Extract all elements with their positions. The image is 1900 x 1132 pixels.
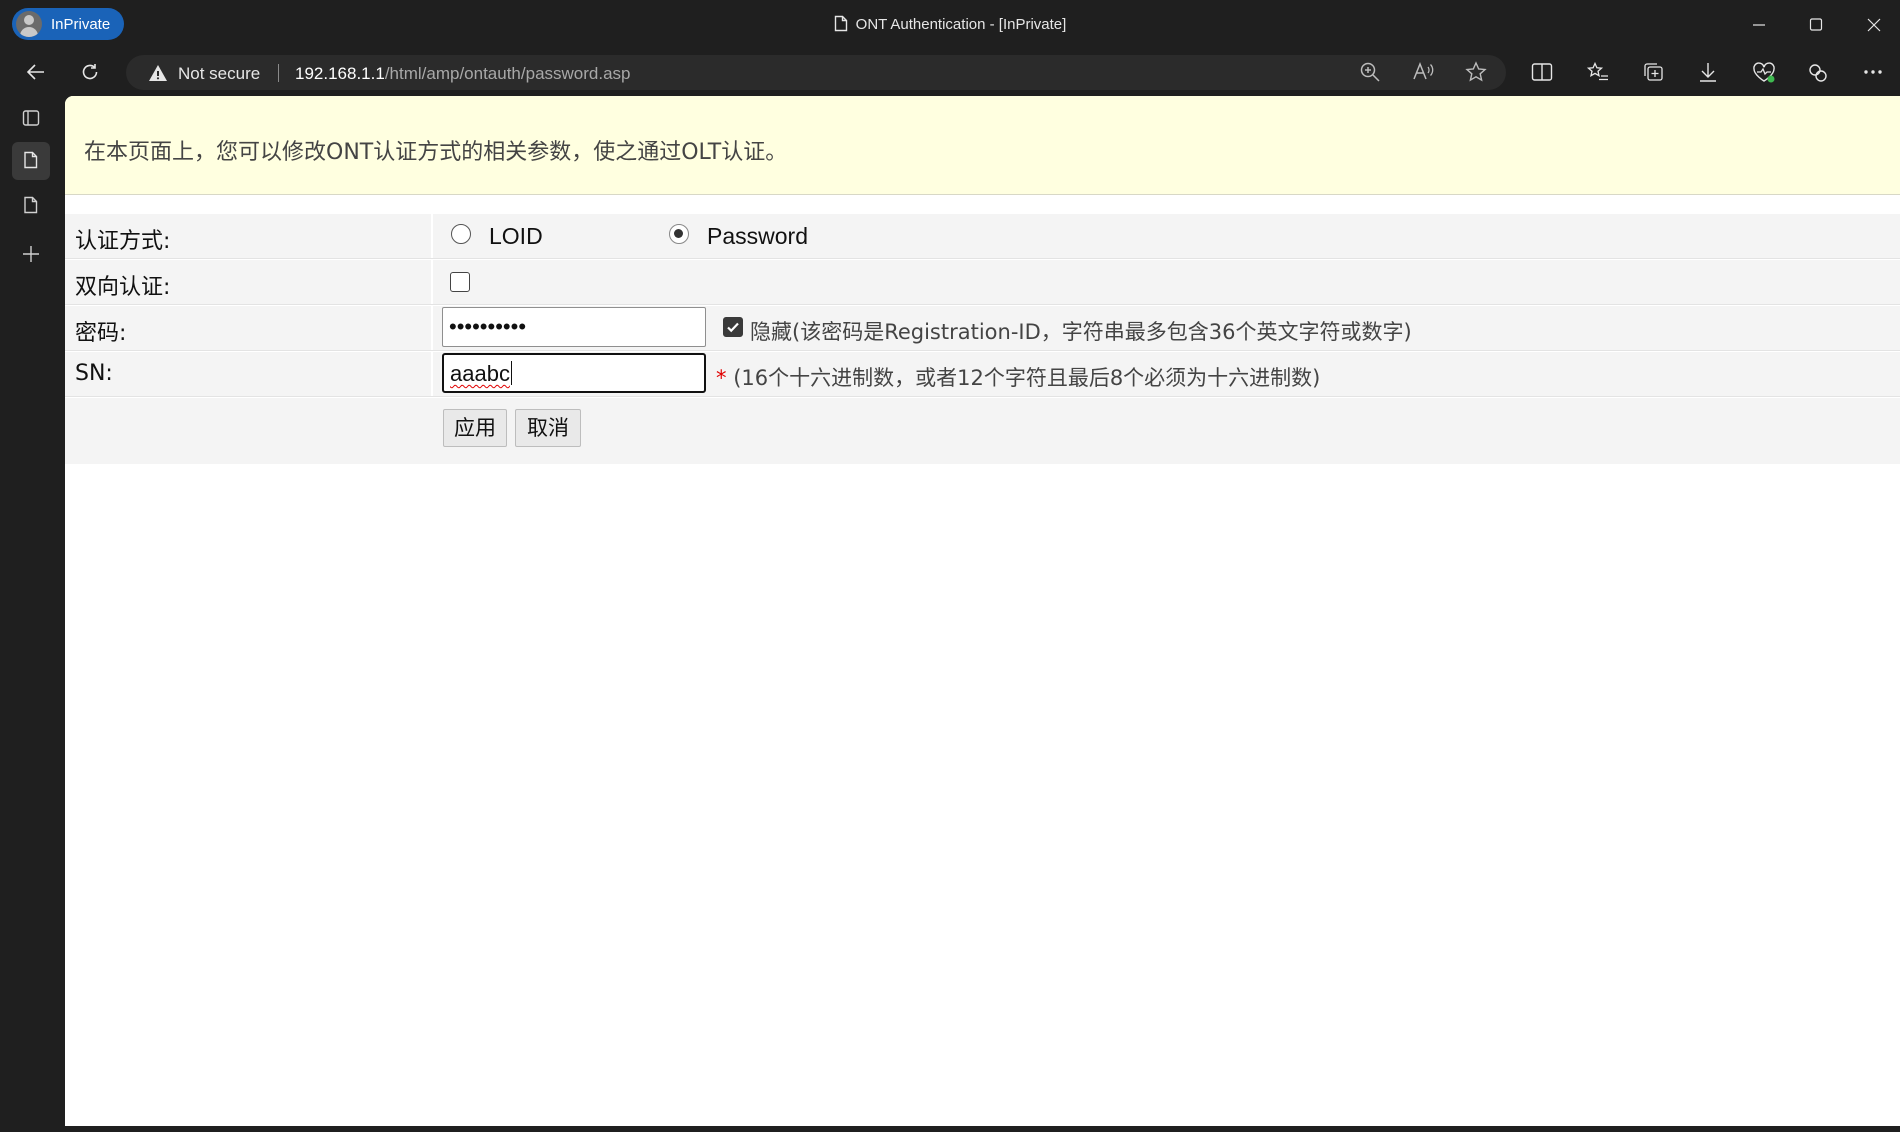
download-icon (1700, 63, 1716, 82)
vertical-tab-strip (0, 96, 64, 1132)
minimize-icon (1753, 24, 1765, 26)
mutual-auth-checkbox[interactable] (450, 272, 470, 292)
checkmark-icon (727, 322, 739, 333)
window-title-text: ONT Authentication - [InPrivate] (855, 16, 1067, 33)
read-aloud-button[interactable] (1412, 61, 1440, 85)
vertical-tab[interactable] (12, 187, 50, 225)
browser-essentials-button[interactable] (1744, 56, 1780, 88)
downloads-button[interactable] (1689, 56, 1725, 88)
mutual-auth-row: 双向认证: (65, 260, 1900, 305)
address-bar[interactable]: Not secure 192.168.1.1/html/amp/ontauth/… (126, 55, 1506, 90)
split-screen-button[interactable] (1523, 56, 1559, 88)
password-input[interactable]: •••••••••• (442, 307, 706, 347)
split-screen-icon (1531, 63, 1553, 81)
favorites-button[interactable] (1579, 56, 1615, 88)
page-icon (24, 196, 38, 214)
heart-pulse-icon (1753, 62, 1775, 83)
row-divider (431, 306, 433, 350)
copilot-button[interactable] (1799, 56, 1835, 88)
hide-password-checkbox[interactable] (723, 317, 743, 337)
buttons-row: 应用 取消 (65, 398, 1900, 464)
radio-password-label[interactable]: Password (707, 223, 808, 250)
refresh-icon (82, 64, 98, 80)
back-button[interactable] (18, 56, 54, 88)
row-divider (431, 260, 433, 304)
minimize-button[interactable] (1736, 6, 1782, 42)
mutual-auth-label: 双向认证: (75, 275, 171, 300)
password-row: 密码: •••••••••• 隐藏(该密码是Registration-ID，字符… (65, 306, 1900, 351)
password-label: 密码: (75, 321, 127, 346)
radio-loid-label[interactable]: LOID (489, 223, 543, 250)
warning-icon (149, 65, 167, 81)
plus-icon (23, 246, 39, 262)
radio-password[interactable] (669, 224, 689, 244)
row-divider (431, 352, 433, 396)
zoom-in-icon (1360, 62, 1380, 82)
sn-input[interactable]: aaabc (442, 353, 706, 393)
maximize-button[interactable] (1793, 6, 1839, 42)
favorite-star-button[interactable] (1465, 61, 1493, 85)
hide-password-hint: 隐藏(该密码是Registration-ID，字符串最多包含36个英文字符或数字… (750, 320, 1412, 344)
tab-actions-icon (22, 110, 40, 126)
url-text[interactable]: 192.168.1.1/html/amp/ontauth/password.as… (295, 64, 631, 84)
refresh-button[interactable] (72, 56, 108, 88)
auth-mode-label: 认证方式: (75, 229, 171, 254)
vertical-tab-active[interactable] (12, 142, 50, 180)
cancel-button[interactable]: 取消 (515, 409, 581, 447)
browser-toolbar: Not secure 192.168.1.1/html/amp/ontauth/… (0, 48, 1900, 96)
settings-more-button[interactable] (1854, 56, 1890, 88)
close-icon (1867, 18, 1881, 32)
address-separator (278, 64, 279, 82)
sn-label: SN: (75, 361, 113, 386)
page-icon (834, 15, 847, 32)
sn-input-value: aaabc (450, 361, 510, 386)
maximize-icon (1809, 18, 1823, 31)
close-button[interactable] (1851, 6, 1897, 42)
copilot-icon (1809, 64, 1827, 82)
tab-actions-button[interactable] (12, 100, 50, 138)
url-host: 192.168.1.1 (295, 64, 385, 83)
row-divider (431, 214, 433, 258)
page-viewport: 在本页面上，您可以修改ONT认证方式的相关参数，使之通过OLT认证。 认证方式:… (65, 96, 1900, 1126)
star-icon (1465, 61, 1487, 82)
url-path: /html/amp/ontauth/password.asp (384, 64, 631, 83)
zoom-button[interactable] (1359, 61, 1387, 85)
more-dots-icon (1864, 70, 1882, 74)
apply-button[interactable]: 应用 (443, 409, 507, 447)
sn-hint-text: (16个十六进制数，或者12个字符且最后8个必须为十六进制数) (733, 366, 1321, 390)
collections-button[interactable] (1634, 56, 1670, 88)
page-icon (24, 151, 38, 169)
sn-row: SN: aaabc * (16个十六进制数，或者12个字符且最后8个必须为十六进… (65, 352, 1900, 397)
security-label[interactable]: Not secure (178, 64, 260, 84)
window-titlebar: InPrivate ONT Authentication - [InPrivat… (0, 0, 1900, 48)
favorites-list-icon (1587, 62, 1608, 81)
new-tab-button[interactable] (12, 236, 50, 274)
auth-mode-row: 认证方式: LOID Password (65, 214, 1900, 259)
back-arrow-icon (26, 64, 44, 80)
notice-banner: 在本页面上，您可以修改ONT认证方式的相关参数，使之通过OLT认证。 (65, 96, 1900, 195)
window-title: ONT Authentication - [InPrivate] (0, 15, 1900, 33)
collections-icon (1644, 63, 1663, 81)
radio-loid[interactable] (451, 224, 471, 244)
read-aloud-icon (1413, 61, 1434, 80)
sn-hint: * (16个十六进制数，或者12个字符且最后8个必须为十六进制数) (716, 362, 1320, 392)
required-mark: * (716, 366, 727, 390)
text-caret (510, 361, 512, 385)
notice-text: 在本页面上，您可以修改ONT认证方式的相关参数，使之通过OLT认证。 (84, 140, 788, 165)
